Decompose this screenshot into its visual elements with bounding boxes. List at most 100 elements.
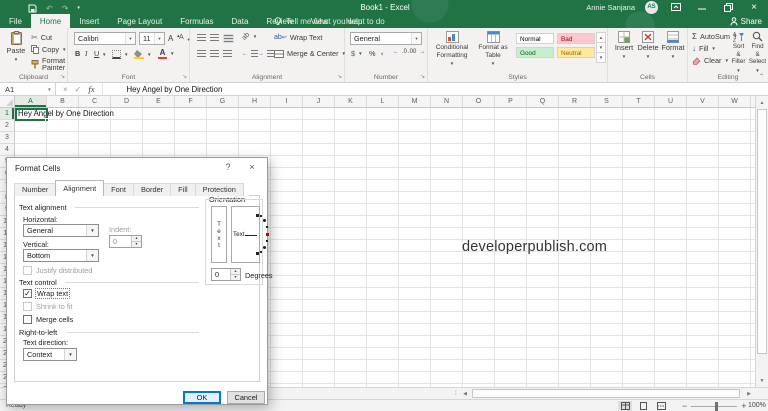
style-bad[interactable]: Bad (557, 33, 595, 44)
delete-cells-button[interactable]: Delete ▼ (637, 31, 659, 60)
cut-button[interactable]: ✂ Cut (31, 33, 52, 42)
ribbon-display-options-icon[interactable] (668, 1, 684, 14)
column-header-g[interactable]: G (207, 96, 239, 107)
paste-button[interactable]: Paste ▼ (4, 31, 28, 63)
underline-button[interactable]: U (94, 49, 99, 58)
scroll-down-icon[interactable]: ▼ (756, 375, 768, 386)
dialog-tab-font[interactable]: Font (103, 183, 134, 196)
merge-cells-box[interactable] (23, 315, 32, 324)
accounting-format-icon[interactable]: $ ▼ (351, 49, 363, 58)
enter-entry-icon[interactable]: ✓ (75, 85, 82, 94)
borders-button[interactable]: ▼ (112, 50, 128, 59)
top-align-icon[interactable] (197, 34, 206, 41)
menu-tab-data[interactable]: Data (223, 14, 258, 28)
merge-center-button[interactable]: Merge & Center ▼ (274, 49, 346, 58)
restore-button[interactable] (720, 1, 736, 14)
zoom-out-icon[interactable]: − (682, 401, 687, 411)
vertical-scroll-thumb[interactable] (757, 109, 767, 354)
zoom-slider-thumb[interactable] (715, 401, 719, 411)
redo-icon[interactable]: ↷ (62, 4, 69, 13)
minimize-button[interactable] (694, 1, 710, 14)
indent-spinner[interactable]: 0 ▲ ▼ (109, 235, 142, 248)
number-format-dropdown-icon[interactable]: ▼ (411, 33, 421, 44)
paste-dropdown-icon[interactable]: ▼ (14, 56, 18, 64)
column-header-b[interactable]: B (47, 96, 79, 107)
dialog-tab-protection[interactable]: Protection (194, 183, 244, 196)
column-header-n[interactable]: N (431, 96, 463, 107)
conditional-formatting-button[interactable]: Conditional Formatting ▼ (431, 31, 473, 68)
dialog-tab-fill[interactable]: Fill (170, 183, 196, 196)
wrap-text-option-label[interactable]: Wrap text (34, 288, 71, 299)
degrees-spinner[interactable]: 0 ▲ ▼ (211, 268, 241, 281)
column-header-j[interactable]: J (303, 96, 335, 107)
alignment-dialog-launcher-icon[interactable]: ↘ (337, 74, 342, 80)
fill-handle[interactable] (45, 118, 49, 122)
merge-cells-label[interactable]: Merge cells (36, 315, 73, 324)
column-header-p[interactable]: P (495, 96, 527, 107)
row-header-4[interactable]: 4 (0, 144, 14, 156)
wrap-text-checkbox[interactable]: ✓ Wrap text (23, 288, 71, 299)
share-button[interactable]: Share (730, 14, 762, 28)
column-header-l[interactable]: L (367, 96, 399, 107)
increase-decimal-icon[interactable]: ← .0 (393, 49, 407, 55)
tab-split-handle[interactable]: ⁞ (455, 390, 459, 398)
orientation-icon[interactable]: ab ▼ (241, 31, 258, 41)
degrees-down-icon[interactable]: ▼ (230, 275, 240, 280)
menu-tab-insert[interactable]: Insert (70, 14, 108, 28)
merge-cells-checkbox[interactable]: Merge cells (23, 315, 73, 324)
page-break-view-icon[interactable] (654, 401, 668, 411)
italic-button[interactable]: I (85, 49, 87, 58)
decrease-decimal-icon[interactable]: .00 → (408, 49, 425, 55)
middle-align-icon[interactable] (210, 34, 219, 41)
column-header-c[interactable]: C (79, 96, 111, 107)
insert-cells-button[interactable]: Insert ▼ (613, 31, 635, 60)
font-name-dropdown-icon[interactable]: ▼ (125, 33, 135, 44)
center-icon[interactable] (210, 50, 219, 57)
gallery-more-icon[interactable]: ▼ (596, 52, 606, 63)
close-button[interactable]: × (746, 1, 762, 14)
font-name-combo[interactable]: Calibri ▼ (74, 32, 136, 45)
dialog-tab-alignment[interactable]: Alignment (55, 180, 105, 196)
cancel-entry-icon[interactable]: × (63, 85, 68, 94)
bold-button[interactable]: B (75, 49, 80, 58)
number-format-combo[interactable]: General ▼ (350, 32, 422, 45)
dialog-close-button[interactable]: × (245, 162, 259, 172)
copy-button[interactable]: Copy ▼ (31, 45, 67, 54)
avatar[interactable]: AS (645, 0, 658, 14)
orientation-dial[interactable]: Text (231, 206, 269, 263)
column-header-h[interactable]: H (239, 96, 271, 107)
column-header-e[interactable]: E (143, 96, 175, 107)
comma-style-icon[interactable]: , (381, 47, 383, 56)
decrease-indent-icon[interactable]: ← (242, 50, 258, 57)
formula-value[interactable]: Hey Angel by One Direction (103, 83, 223, 95)
tell-me-box[interactable]: Tell me what you want to do (274, 14, 385, 28)
row-header-3[interactable]: 3 (0, 132, 14, 144)
column-header-r[interactable]: R (559, 96, 591, 107)
font-size-combo[interactable]: 11 ▼ (139, 32, 165, 45)
zoom-slider[interactable] (691, 401, 738, 411)
indent-down-icon[interactable]: ▼ (131, 242, 141, 247)
text-direction-combo[interactable]: Context ▼ (23, 348, 77, 361)
name-box-dropdown-icon[interactable]: ▼ (44, 83, 56, 95)
column-header-k[interactable]: K (335, 96, 367, 107)
orientation-vertical-text[interactable]: Text (211, 206, 227, 263)
insert-function-icon[interactable]: fx (88, 84, 94, 94)
clear-button[interactable]: Clear ▼ (692, 56, 729, 65)
vertical-scrollbar[interactable]: ▲ ▼ (755, 96, 768, 387)
scroll-up-icon[interactable]: ▲ (756, 97, 768, 108)
clipboard-dialog-launcher-icon[interactable]: ↘ (60, 74, 65, 80)
align-left-icon[interactable] (197, 50, 206, 57)
percent-style-icon[interactable]: % (369, 49, 376, 58)
save-icon[interactable] (28, 4, 37, 13)
page-layout-view-icon[interactable] (636, 401, 650, 411)
format-painter-button[interactable]: Format Painter (31, 57, 67, 71)
row-header-1[interactable]: 1 (0, 108, 14, 120)
scroll-left-icon[interactable]: ◀ (460, 389, 470, 399)
increase-indent-icon[interactable]: → (258, 50, 274, 57)
collapse-ribbon-icon[interactable]: ⌃ (759, 73, 764, 80)
scroll-right-icon[interactable]: ▶ (744, 389, 754, 399)
horizontal-scroll-thumb[interactable] (472, 389, 740, 398)
ok-button[interactable]: OK (183, 391, 221, 404)
column-header-s[interactable]: S (591, 96, 623, 107)
style-normal[interactable]: Normal (516, 33, 554, 44)
